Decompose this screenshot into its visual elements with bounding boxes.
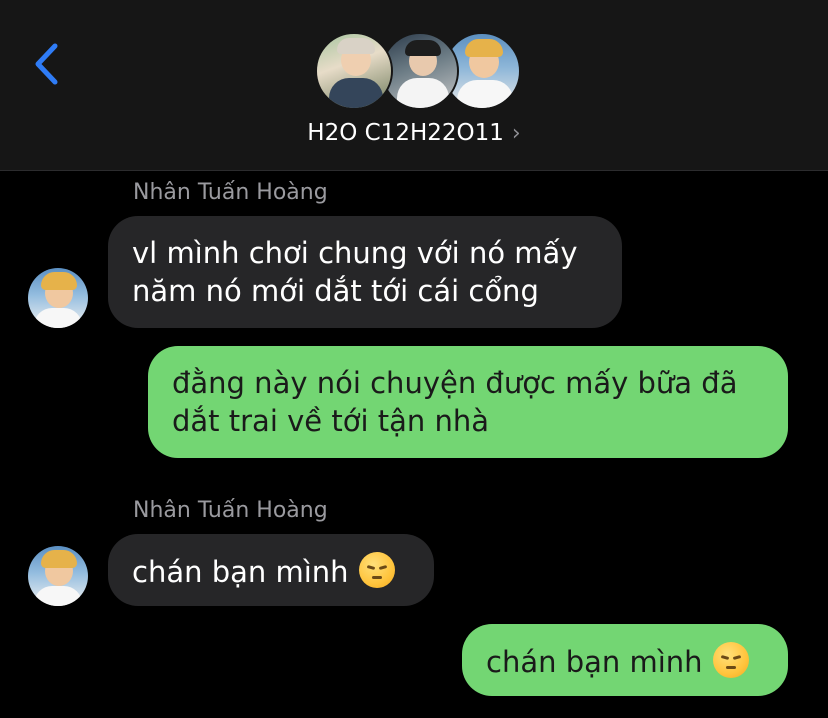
pensive-face-emoji	[712, 642, 749, 678]
group-name-label: H2O C12H22O11	[307, 120, 504, 146]
group-name[interactable]: H2O C12H22O11 ›	[0, 120, 828, 146]
message-line: vl mình chơi chung với nó mấy	[132, 236, 578, 270]
sender-name: Nhân Tuấn Hoàng	[133, 498, 328, 523]
message-bubble-incoming[interactable]: chán bạn mình	[108, 534, 434, 606]
message-line: dắt trai về tới tận nhà	[172, 404, 489, 438]
back-button[interactable]	[28, 40, 68, 88]
chevron-right-icon: ›	[511, 121, 521, 146]
message-line: năm nó mới dắt tới cái cổng	[132, 274, 539, 308]
pensive-face-emoji	[358, 552, 395, 588]
message-bubble-outgoing[interactable]: chán bạn mình	[462, 624, 788, 696]
message-bubble-outgoing[interactable]: đằng này nói chuyện được mấy bữa đã dắt …	[148, 346, 788, 458]
message-text: chán bạn mình	[132, 555, 349, 589]
sender-avatar[interactable]	[28, 268, 88, 328]
message-text: chán bạn mình	[486, 645, 703, 679]
message-bubble-incoming[interactable]: vl mình chơi chung với nó mấy năm nó mới…	[108, 216, 622, 328]
sender-name: Nhân Tuấn Hoàng	[133, 180, 328, 205]
chat-header: H2O C12H22O11 ›	[0, 0, 828, 171]
message-line: đằng này nói chuyện được mấy bữa đã	[172, 366, 738, 400]
group-avatar-1	[315, 32, 393, 110]
sender-avatar[interactable]	[28, 546, 88, 606]
group-avatars[interactable]	[315, 32, 521, 112]
chevron-left-icon	[35, 43, 58, 85]
